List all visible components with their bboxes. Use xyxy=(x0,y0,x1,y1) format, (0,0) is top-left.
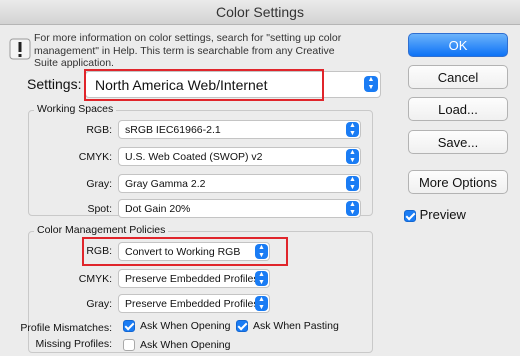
checkbox-checked-icon[interactable] xyxy=(404,209,416,222)
policy-gray-value: Preserve Embedded Profiles xyxy=(125,298,259,310)
info-text: For more information on color settings, … xyxy=(34,32,342,69)
policy-cmyk-value: Preserve Embedded Profiles xyxy=(125,273,259,285)
mismatch-pasting-checkbox[interactable]: Ask When Pasting xyxy=(236,320,339,333)
ws-cmyk-dropdown[interactable]: U.S. Web Coated (SWOP) v2 ▲ ▼ xyxy=(118,147,361,166)
ok-button[interactable]: OK xyxy=(408,33,508,57)
mismatch-pasting-label: Ask When Pasting xyxy=(253,320,339,332)
mismatch-opening-label: Ask When Opening xyxy=(140,320,231,332)
policy-gray-label: Gray: xyxy=(86,298,112,310)
mismatch-opening-checkbox[interactable]: Ask When Opening xyxy=(123,320,231,333)
ws-gray-dropdown[interactable]: Gray Gamma 2.2 ▲ ▼ xyxy=(118,174,361,193)
ws-rgb-value: sRGB IEC61966-2.1 xyxy=(125,124,221,136)
working-spaces-title: Working Spaces xyxy=(34,103,117,115)
load-button[interactable]: Load... xyxy=(408,97,508,121)
ws-rgb-label: RGB: xyxy=(86,124,112,136)
checkbox-checked-icon[interactable] xyxy=(236,320,248,333)
chevron-updown-icon[interactable]: ▲ ▼ xyxy=(346,201,359,216)
chevron-updown-icon[interactable]: ▲ ▼ xyxy=(255,296,268,311)
title-bar: Color Settings xyxy=(0,0,520,25)
chevron-updown-icon[interactable]: ▲ ▼ xyxy=(346,149,359,164)
ws-spot-value: Dot Gain 20% xyxy=(125,203,191,215)
checkbox-checked-icon[interactable] xyxy=(123,320,135,333)
profile-mismatches-label: Profile Mismatches: xyxy=(20,322,112,334)
highlight-box xyxy=(84,69,324,101)
ws-cmyk-value: U.S. Web Coated (SWOP) v2 xyxy=(125,151,263,163)
window-title: Color Settings xyxy=(216,4,304,20)
ws-spot-dropdown[interactable]: Dot Gain 20% ▲ ▼ xyxy=(118,199,361,218)
policy-cmyk-dropdown[interactable]: Preserve Embedded Profiles ▲ ▼ xyxy=(118,269,270,288)
ws-rgb-dropdown[interactable]: sRGB IEC61966-2.1 ▲ ▼ xyxy=(118,120,361,139)
save-button[interactable]: Save... xyxy=(408,130,508,154)
chevron-updown-icon[interactable]: ▲ ▼ xyxy=(346,122,359,137)
missing-opening-label: Ask When Opening xyxy=(140,339,231,351)
policy-gray-dropdown[interactable]: Preserve Embedded Profiles ▲ ▼ xyxy=(118,294,270,313)
settings-label: Settings: xyxy=(27,76,82,92)
preview-checkbox[interactable]: Preview xyxy=(404,207,466,222)
missing-opening-checkbox[interactable]: Ask When Opening xyxy=(123,339,231,352)
more-options-button[interactable]: More Options xyxy=(408,170,508,194)
ws-cmyk-label: CMYK: xyxy=(78,151,112,163)
ws-gray-value: Gray Gamma 2.2 xyxy=(125,178,206,190)
highlight-box xyxy=(82,237,288,266)
missing-profiles-label: Missing Profiles: xyxy=(35,338,112,350)
checkbox-unchecked-icon[interactable] xyxy=(123,339,135,352)
warning-icon xyxy=(9,38,31,60)
chevron-updown-icon[interactable]: ▲ ▼ xyxy=(364,76,378,92)
ws-gray-label: Gray: xyxy=(86,178,112,190)
cancel-button[interactable]: Cancel xyxy=(408,65,508,89)
ws-spot-label: Spot: xyxy=(87,203,112,215)
policies-title: Color Management Policies xyxy=(34,224,169,236)
chevron-updown-icon[interactable]: ▲ ▼ xyxy=(346,176,359,191)
preview-label: Preview xyxy=(419,207,466,222)
policy-cmyk-label: CMYK: xyxy=(78,273,112,285)
chevron-updown-icon[interactable]: ▲ ▼ xyxy=(255,271,268,286)
